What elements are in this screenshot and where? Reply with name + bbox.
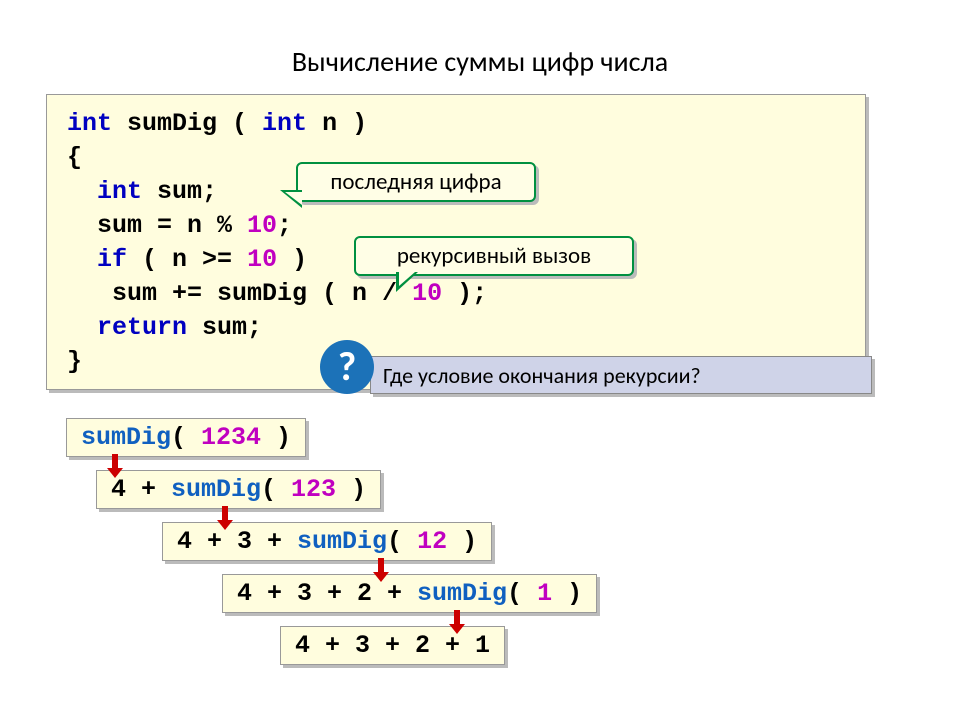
step-2: 4 + sumDig( 123 ) [96,470,381,509]
question-text: Где условие окончания рекурсии? [383,362,701,389]
kw-return: return [97,313,187,342]
kw-int: int [97,177,142,206]
arrow-down-icon [222,506,228,522]
fn-name: sumDig [81,423,171,452]
step-3: 4 + 3 + sumDig( 12 ) [162,522,492,561]
question-mark-icon: ? [320,340,374,394]
num-literal: 10 [247,211,277,240]
kw-if: if [97,245,127,274]
num-literal: 10 [247,245,277,274]
arrow-down-icon [112,454,118,470]
page-title: Вычисление суммы цифр числа [0,44,960,79]
kw-int: int [262,109,307,138]
callout-text: последняя цифра [330,168,501,196]
kw-int: int [67,109,112,138]
arrow-down-icon [378,558,384,574]
callout-recursive-call: рекурсивный вызов [354,236,634,276]
step-5: 4 + 3 + 2 + 1 [280,626,505,665]
num-literal: 1 [537,579,552,608]
num-literal: 12 [417,527,447,556]
arrow-down-icon [454,610,460,626]
fn-name: sumDig [417,579,507,608]
question-bar: Где условие окончания рекурсии? [370,356,872,394]
fn-name: sumDig [171,475,261,504]
fn-name: sumDig [297,527,387,556]
num-literal: 1234 [201,423,261,452]
callout-text: рекурсивный вызов [397,242,591,270]
step-4: 4 + 3 + 2 + sumDig( 1 ) [222,574,597,613]
callout-last-digit: последняя цифра [296,162,536,202]
step-1: sumDig( 1234 ) [66,418,306,457]
num-literal: 123 [291,475,336,504]
